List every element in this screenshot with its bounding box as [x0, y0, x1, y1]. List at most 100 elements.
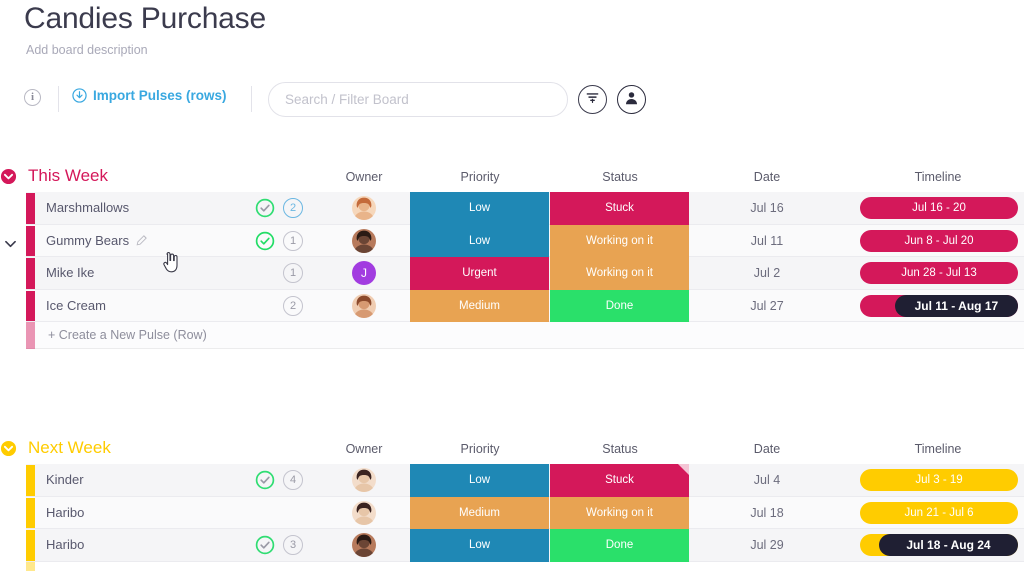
date-cell[interactable]: Jul 18	[700, 497, 834, 530]
date-cell[interactable]: Jul 29	[700, 529, 834, 562]
timeline-cell[interactable]: Jul 16 - 20	[860, 197, 1018, 219]
priority-cell[interactable]: Low	[410, 464, 549, 497]
date-cell[interactable]: Jul 27	[700, 290, 834, 323]
timeline-pill: Jul 3 - 19	[860, 469, 1018, 491]
priority-cell[interactable]: Medium	[410, 289, 549, 322]
priority-cell[interactable]: Low	[410, 224, 549, 257]
pulse-name[interactable]: Gummy Bears	[46, 233, 147, 248]
group-header: This Week Owner Priority Status Date Tim…	[0, 160, 1024, 192]
table-row[interactable]: Marshmallows 2 Low Stuck Jul 16 Jul 16 - 20	[0, 192, 1024, 225]
status-note-fold-icon	[678, 464, 689, 475]
table-row[interactable]: Mike Ike 1 J Urgent Working on it Jul 2 Jun 28…	[0, 257, 1024, 290]
timeline-cell[interactable]: Jun 28 - Jul 13	[860, 262, 1018, 284]
avatar[interactable]	[352, 533, 376, 557]
table-row[interactable]: Haribo 3 LowDone Jul 29 Jul 18 - Aug 24Jul 1…	[0, 529, 1024, 562]
priority-cell[interactable]: Medium	[410, 496, 549, 529]
date-cell[interactable]: Jul 2	[700, 257, 834, 290]
avatar[interactable]	[352, 468, 376, 492]
download-circle-icon	[72, 88, 87, 103]
priority-cell[interactable]: Urgent	[410, 257, 549, 290]
person-filter-button[interactable]	[617, 85, 646, 114]
pulse-name[interactable]: Haribo	[46, 537, 84, 552]
status-cell[interactable]: Done	[550, 289, 689, 322]
status-check-icon[interactable]	[255, 470, 275, 490]
timeline-cell[interactable]: Jul 18 - Aug 24Jul 18 - Aug 24	[860, 534, 1018, 556]
filter-icon	[585, 90, 600, 110]
updates-count-badge[interactable]: 2	[283, 198, 303, 218]
info-icon[interactable]: i	[24, 89, 41, 106]
timeline-pill: Jun 21 - Jul 6	[860, 501, 1018, 524]
avatar[interactable]	[352, 500, 376, 525]
updates-count-badge[interactable]: 1	[283, 263, 303, 283]
group-color-bar	[26, 290, 35, 321]
pulse-name-label: Marshmallows	[46, 200, 130, 215]
status-cell[interactable]: Working on it	[550, 496, 689, 529]
avatar[interactable]	[352, 196, 376, 220]
table-row[interactable]: Haribo Medium Working on it Jul 18 Jun 21 - …	[0, 496, 1024, 530]
pulse-name[interactable]: Haribo	[46, 505, 84, 520]
status-cell[interactable]: Done	[550, 529, 689, 562]
group-title[interactable]: This Week	[28, 166, 108, 186]
timeline-cell[interactable]: Jul 11 - Aug 17Jul 11 - Aug 17	[860, 294, 1018, 317]
timeline-cell[interactable]: Jun 8 - Jul 20	[860, 229, 1018, 252]
column-header-timeline[interactable]: Timeline	[852, 442, 1024, 456]
status-cell[interactable]: Stuck	[550, 192, 689, 225]
column-header-priority[interactable]: Priority	[410, 170, 550, 184]
pulse-name-label: Gummy Bears	[46, 232, 130, 248]
status-cell[interactable]: Working on it	[550, 257, 689, 290]
status-cell[interactable]: Stuck	[550, 464, 689, 497]
pulse-name[interactable]: Mike Ike	[46, 265, 94, 280]
table-row[interactable]: Ice Cream 2 Medium Done Jul 27 Jul 11 - Aug 1…	[0, 289, 1024, 323]
group-color-bar	[26, 465, 35, 496]
timeline-cell[interactable]: Jul 3 - 19	[860, 469, 1018, 491]
group-rows: Marshmallows 2 Low Stuck Jul 16 Jul 16 - 20 Gu…	[0, 192, 1024, 322]
chevron-down-circle-icon[interactable]	[0, 440, 17, 457]
date-cell[interactable]: Jul 4	[700, 464, 834, 497]
pulse-name[interactable]: Marshmallows	[46, 200, 129, 215]
import-pulses-button[interactable]: Import Pulses (rows)	[72, 88, 227, 103]
add-pulse-row[interactable]	[0, 561, 1024, 571]
board-description[interactable]: Add board description	[26, 43, 148, 57]
timeline-pill: Jul 16 - 20	[860, 197, 1018, 219]
column-header-priority[interactable]: Priority	[410, 442, 550, 456]
column-header-status[interactable]: Status	[551, 170, 689, 184]
updates-count-badge[interactable]: 3	[283, 535, 303, 555]
group-title[interactable]: Next Week	[28, 438, 111, 458]
pulse-name-label: Haribo	[46, 504, 85, 520]
status-check-icon[interactable]	[255, 198, 275, 218]
timeline-pill: Jun 28 - Jul 13	[860, 262, 1018, 284]
column-header-timeline[interactable]: Timeline	[852, 170, 1024, 184]
column-header-owner[interactable]: Owner	[320, 170, 408, 184]
updates-count-badge[interactable]: 2	[283, 295, 303, 316]
pencil-icon[interactable]	[136, 234, 147, 246]
pulse-name[interactable]: Ice Cream	[46, 298, 106, 313]
pulse-name[interactable]: Kinder	[46, 472, 84, 487]
priority-cell[interactable]: Low	[410, 529, 549, 562]
column-header-date[interactable]: Date	[700, 442, 834, 456]
group-this-week: This Week Owner Priority Status Date Tim…	[0, 160, 1024, 349]
status-cell[interactable]: Working on it	[550, 224, 689, 257]
group-color-bar	[26, 258, 35, 289]
date-cell[interactable]: Jul 16	[700, 192, 834, 225]
search-input[interactable]	[285, 92, 551, 107]
avatar[interactable]	[352, 293, 376, 318]
avatar[interactable]: J	[352, 261, 376, 285]
priority-cell[interactable]: Low	[410, 192, 549, 225]
group-color-bar	[26, 561, 35, 571]
updates-count-badge[interactable]: 4	[283, 470, 303, 490]
status-check-icon[interactable]	[255, 231, 275, 251]
table-row[interactable]: Gummy Bears 1 Low Working on it Jul 11 Jun 8 …	[0, 224, 1024, 258]
search-filter-box[interactable]	[268, 82, 568, 117]
avatar[interactable]	[352, 228, 376, 253]
timeline-cell[interactable]: Jun 21 - Jul 6	[860, 501, 1018, 524]
filter-button[interactable]	[578, 85, 607, 114]
add-pulse-row[interactable]: + Create a New Pulse (Row)	[0, 322, 1024, 349]
column-header-status[interactable]: Status	[551, 442, 689, 456]
column-header-owner[interactable]: Owner	[320, 442, 408, 456]
chevron-down-circle-icon[interactable]	[0, 168, 17, 185]
column-header-date[interactable]: Date	[700, 170, 834, 184]
status-check-icon[interactable]	[255, 535, 275, 555]
updates-count-badge[interactable]: 1	[283, 230, 303, 251]
table-row[interactable]: Kinder 4 Low Stuck Jul 4 Jul 3 - 19	[0, 464, 1024, 497]
date-cell[interactable]: Jul 11	[700, 225, 834, 258]
